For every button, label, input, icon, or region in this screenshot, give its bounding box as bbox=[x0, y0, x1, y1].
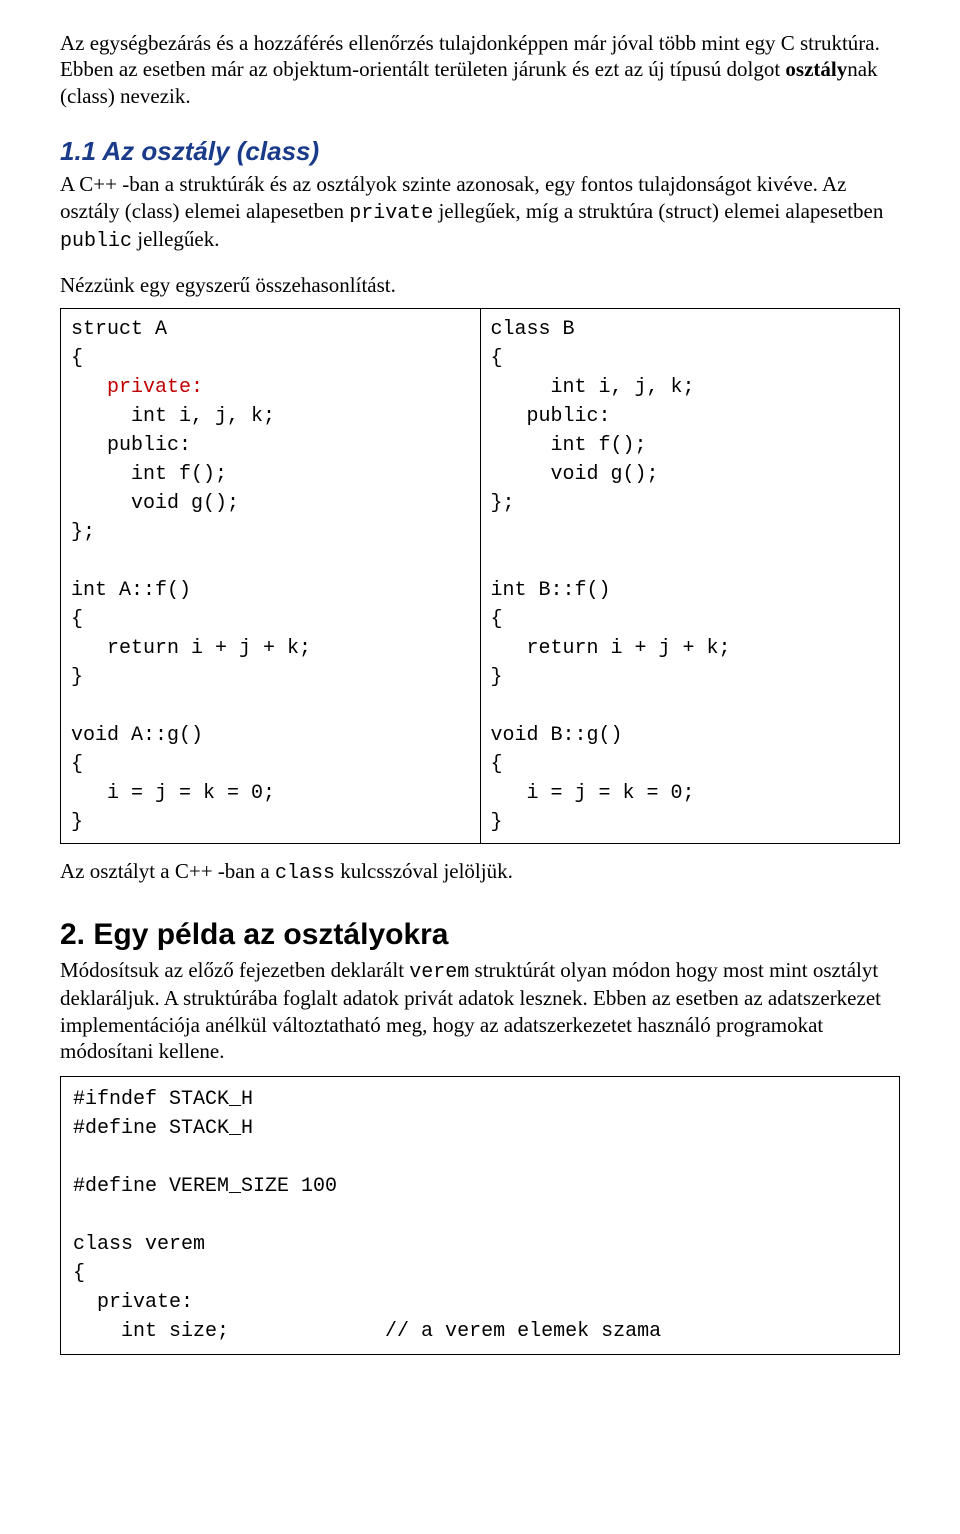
sec2-paragraph: Módosítsuk az előző fejezetben deklarált… bbox=[60, 957, 900, 1064]
code-line: }; bbox=[71, 521, 95, 544]
sec1-paragraph-1: A C++ -ban a struktúrák és az osztályok … bbox=[60, 171, 900, 253]
code-line: { bbox=[491, 608, 503, 631]
code-line: } bbox=[71, 666, 83, 689]
code-class-b: class B { int i, j, k; public: int f(); … bbox=[491, 315, 890, 837]
code-line: #define STACK_H bbox=[73, 1117, 253, 1140]
code-line: class verem bbox=[73, 1233, 205, 1256]
code-line: void A::g() bbox=[71, 724, 203, 747]
code-line: int B::f() bbox=[491, 579, 611, 602]
code-comparison-table: struct A { private: int i, j, k; public:… bbox=[60, 308, 900, 844]
code-line: public: bbox=[71, 434, 191, 457]
code-box-stack: #ifndef STACK_H #define STACK_H #define … bbox=[60, 1076, 900, 1355]
sec1-p1-b: jellegűek, míg a struktúra (struct) elem… bbox=[433, 199, 883, 223]
section-1-1-title: 1.1 Az osztály (class) bbox=[60, 135, 900, 168]
table-row: struct A { private: int i, j, k; public:… bbox=[61, 308, 900, 843]
sec1-p1-c: jellegűek. bbox=[132, 227, 219, 251]
code-line: struct A bbox=[71, 318, 167, 341]
intro-bold: osztály bbox=[785, 57, 847, 81]
code-line: return i + j + k; bbox=[71, 637, 311, 660]
code-line: } bbox=[71, 811, 83, 834]
code-line: class B bbox=[491, 318, 575, 341]
code-line: #ifndef STACK_H bbox=[73, 1088, 253, 1111]
inline-code-class: class bbox=[275, 862, 335, 885]
code-line: int f(); bbox=[491, 434, 647, 457]
code-line: void g(); bbox=[71, 492, 239, 515]
code-struct-a: struct A { private: int i, j, k; public:… bbox=[71, 315, 470, 837]
code-line: void B::g() bbox=[491, 724, 623, 747]
code-line: private: bbox=[73, 1291, 193, 1314]
code-line: #define VEREM_SIZE 100 bbox=[73, 1175, 337, 1198]
section-2-title: 2. Egy példa az osztályokra bbox=[60, 916, 900, 954]
code-line: { bbox=[71, 753, 83, 776]
after-table-paragraph: Az osztályt a C++ -ban a class kulcsszóv… bbox=[60, 858, 900, 886]
inline-code-private: private bbox=[349, 202, 433, 225]
code-line: return i + j + k; bbox=[491, 637, 731, 660]
code-line: { bbox=[491, 753, 503, 776]
code-cell-right: class B { int i, j, k; public: int f(); … bbox=[480, 308, 900, 843]
code-line: public: bbox=[491, 405, 611, 428]
sec1-paragraph-2: Nézzünk egy egyszerű összehasonlítást. bbox=[60, 272, 900, 298]
code-line: int size; // a verem elemek szama bbox=[73, 1320, 661, 1343]
code-line: int A::f() bbox=[71, 579, 191, 602]
code-line: void g(); bbox=[491, 463, 659, 486]
code-line: { bbox=[73, 1262, 85, 1285]
inline-code-verem: verem bbox=[409, 961, 469, 984]
code-cell-left: struct A { private: int i, j, k; public:… bbox=[61, 308, 481, 843]
code-line: int i, j, k; bbox=[71, 405, 275, 428]
code-line: int i, j, k; bbox=[491, 376, 695, 399]
code-line: } bbox=[491, 666, 503, 689]
code-line: i = j = k = 0; bbox=[491, 782, 695, 805]
code-line: } bbox=[491, 811, 503, 834]
code-line-red: private: bbox=[107, 376, 203, 399]
intro-paragraph: Az egységbezárás és a hozzáférés ellenőr… bbox=[60, 30, 900, 109]
code-line: int f(); bbox=[71, 463, 227, 486]
after-table-b: kulcsszóval jelöljük. bbox=[335, 859, 513, 883]
code-line: }; bbox=[491, 492, 515, 515]
sec2-p-a: Módosítsuk az előző fejezetben deklarált bbox=[60, 958, 409, 982]
intro-text-a: Az egységbezárás és a hozzáférés ellenőr… bbox=[60, 31, 880, 81]
code-line: { bbox=[71, 608, 83, 631]
inline-code-public: public bbox=[60, 230, 132, 253]
after-table-a: Az osztályt a C++ -ban a bbox=[60, 859, 275, 883]
code-line: { bbox=[71, 347, 83, 370]
code-line: { bbox=[491, 347, 503, 370]
code-line bbox=[71, 376, 107, 399]
code-line: i = j = k = 0; bbox=[71, 782, 275, 805]
code-stack-h: #ifndef STACK_H #define STACK_H #define … bbox=[73, 1085, 887, 1346]
